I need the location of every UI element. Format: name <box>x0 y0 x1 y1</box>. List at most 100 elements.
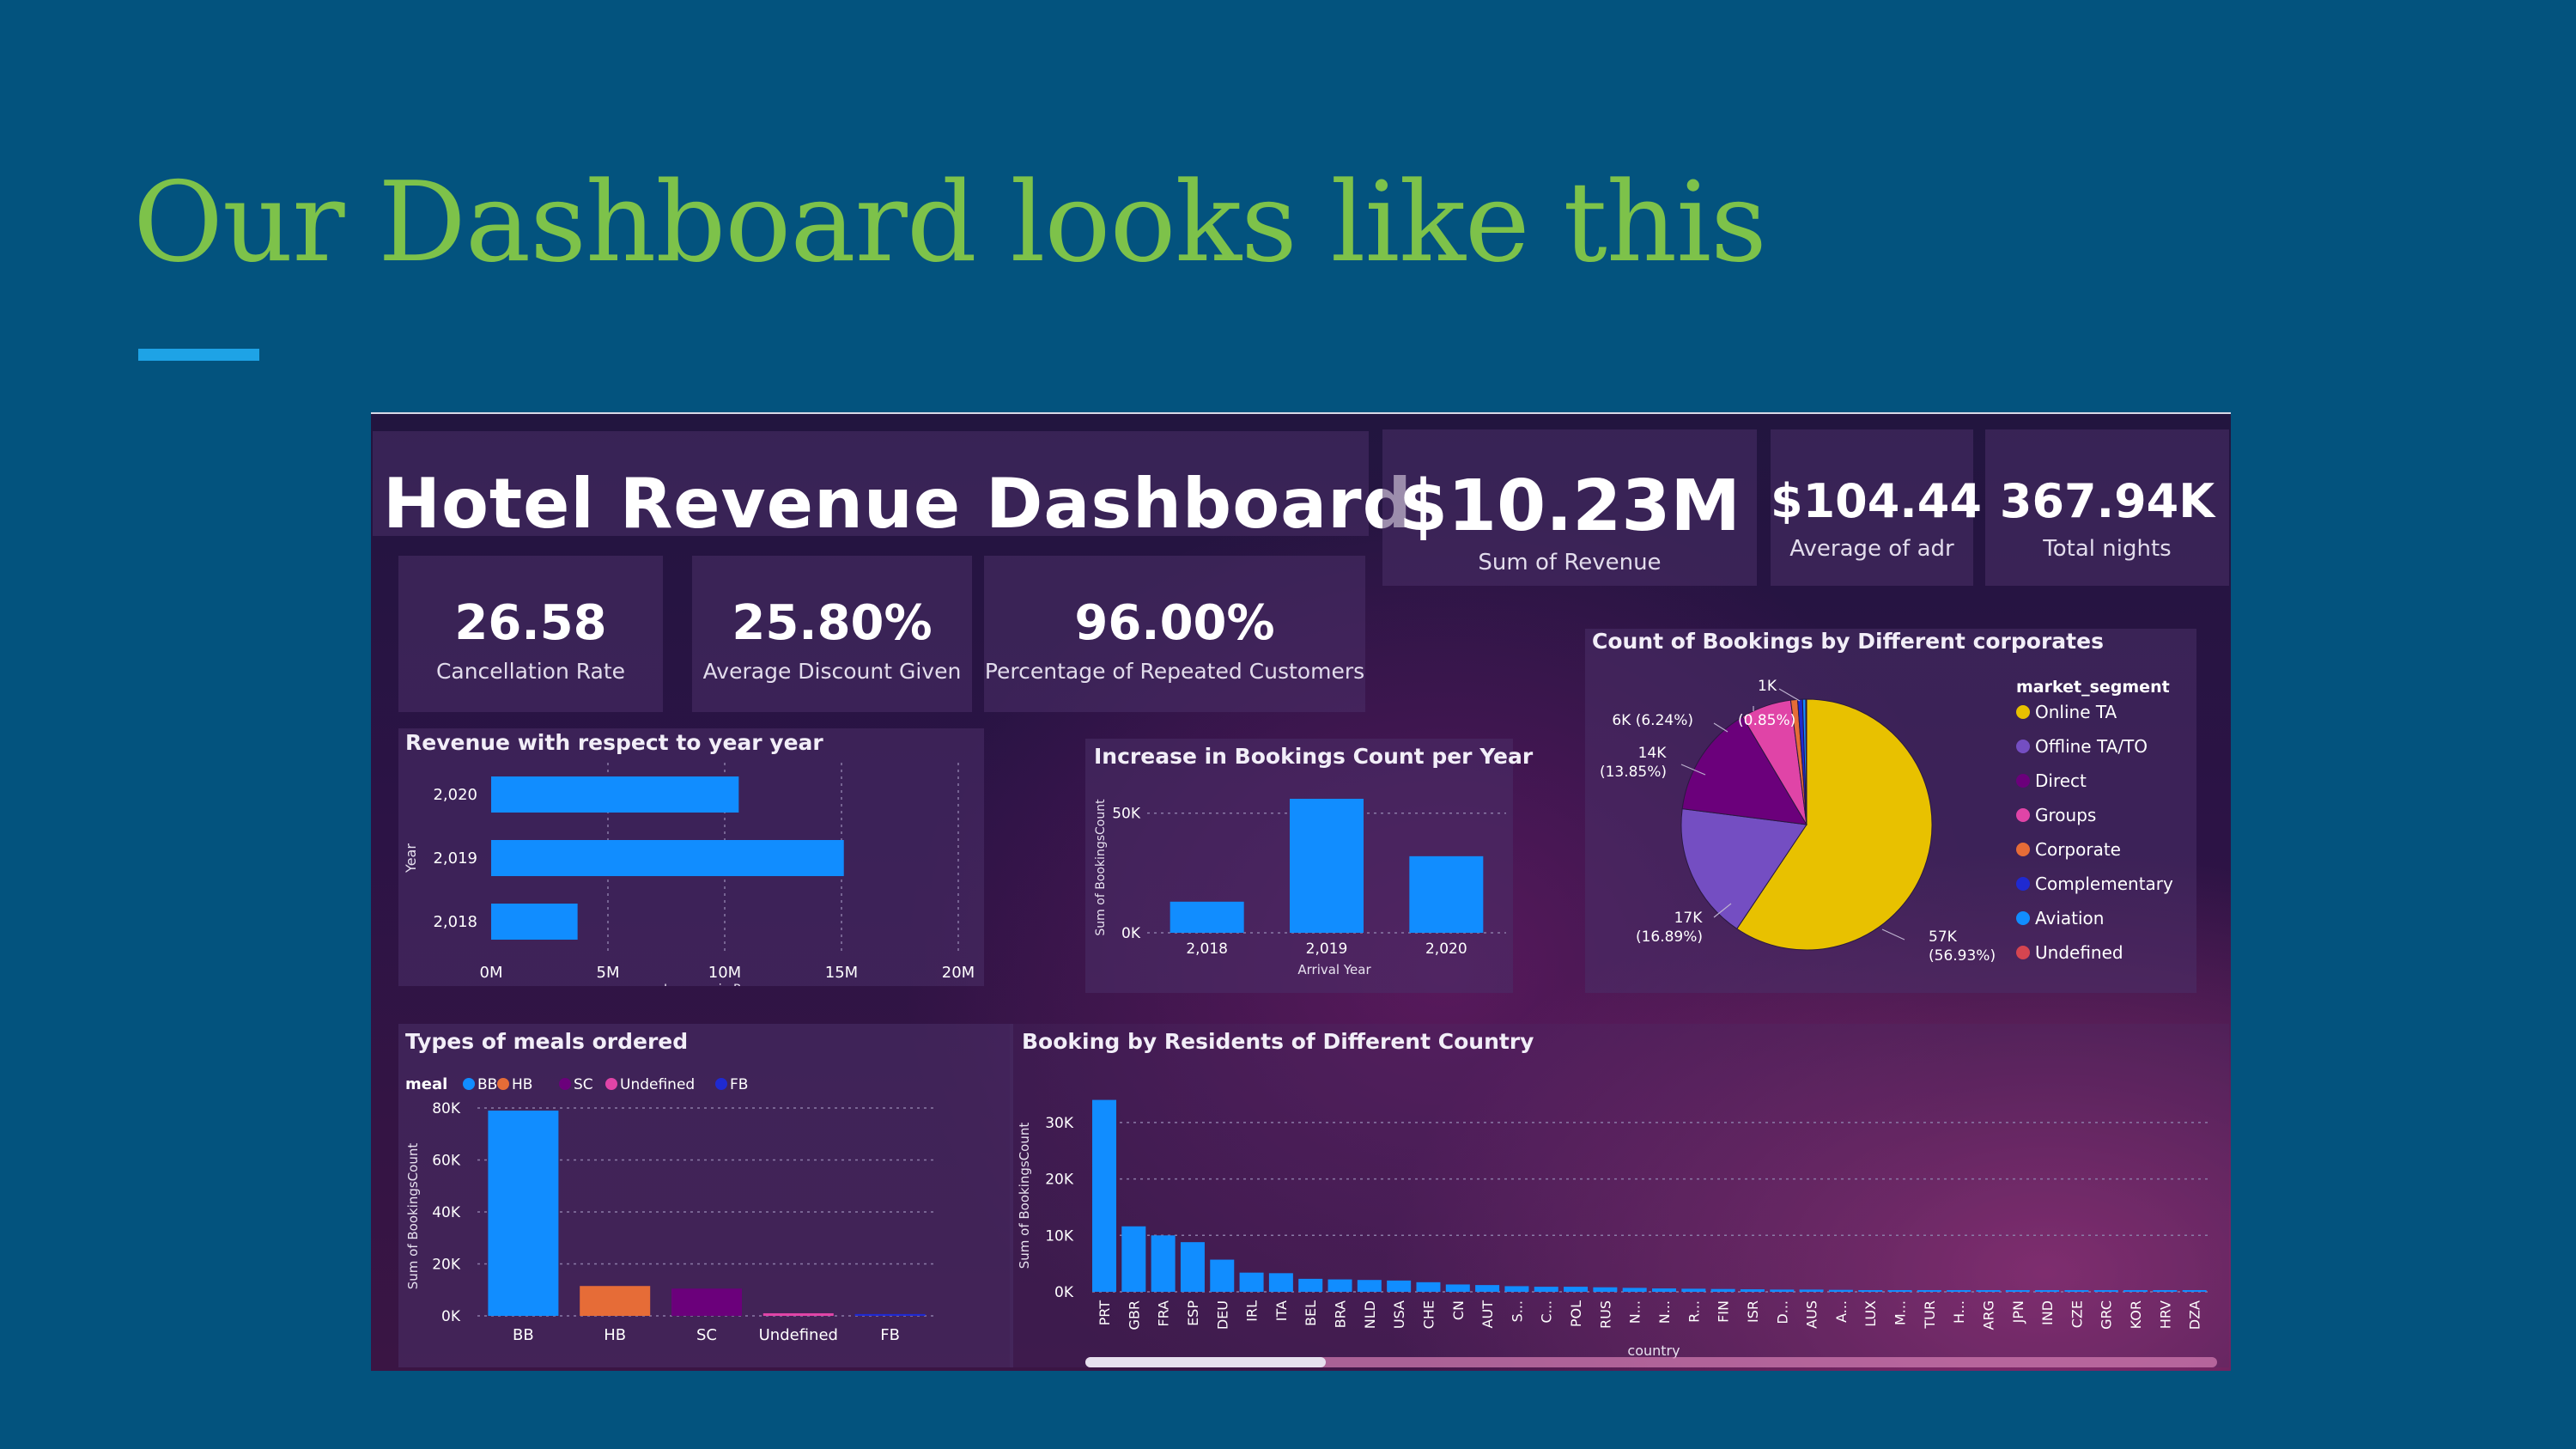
x-tick-label: N... <box>1656 1300 1673 1324</box>
x-axis-label: Increase in Revenue <box>664 983 786 986</box>
bar <box>2064 1290 2089 1292</box>
x-tick-label: D... <box>1774 1300 1790 1324</box>
bar <box>1858 1290 1883 1292</box>
bar <box>1917 1290 1941 1292</box>
x-tick-label: AUS <box>1804 1300 1820 1329</box>
bar <box>1092 1099 1116 1292</box>
pie-data-label: 1K <box>1758 678 1777 695</box>
kpi-cancellation-card[interactable]: 26.58 Cancellation Rate <box>398 556 663 712</box>
legend-item: Corporate <box>2035 839 2121 860</box>
kpi-discount-value: 25.80% <box>732 595 933 651</box>
bar <box>1170 901 1244 933</box>
y-tick-label: 20K <box>432 1257 461 1274</box>
bar <box>1710 1288 1735 1292</box>
bar <box>1409 855 1484 933</box>
bar <box>1416 1282 1441 1292</box>
bar <box>1290 799 1364 933</box>
bookings-per-year-chart: 0K 50K 2,018 2,019 2,020 Sum of BookingsCount… <box>1094 799 1506 977</box>
scrollbar-thumb[interactable] <box>1085 1357 1326 1367</box>
dashboard-screenshot: Hotel Revenue Dashboard $10.23M Sum of R… <box>371 412 2231 1371</box>
kpi-revenue-card[interactable]: $10.23M Sum of Revenue <box>1382 429 1757 586</box>
kpi-repeated-label: Percentage of Repeated Customers <box>984 659 1365 684</box>
bar <box>491 776 739 813</box>
bar <box>2153 1290 2178 1292</box>
kpi-nights-card[interactable]: 367.94K Total nights <box>1985 429 2229 586</box>
legend-item: FB <box>730 1076 748 1093</box>
x-axis-label: Arrival Year <box>1297 962 1371 977</box>
legend-item: Groups <box>2035 805 2096 825</box>
kpi-nights-label: Total nights <box>2043 536 2172 562</box>
bar <box>1828 1289 1853 1292</box>
y-axis-label: Year <box>403 843 419 874</box>
x-tick-label: FIN <box>1716 1300 1732 1323</box>
x-tick-label: POL <box>1568 1300 1584 1327</box>
kpi-discount-label: Average Discount Given <box>702 659 962 684</box>
x-tick-label: USA <box>1391 1300 1407 1329</box>
x-tick-label: ISR <box>1745 1300 1761 1323</box>
kpi-adr-value: $104.44 <box>1771 474 1982 528</box>
revenue-by-year-panel[interactable]: Revenue with respect to year year 0M 5M 10… <box>398 728 984 986</box>
bar <box>1210 1259 1235 1292</box>
x-tick-label: GRC <box>2099 1300 2115 1330</box>
x-tick-label: DEU <box>1214 1300 1230 1330</box>
y-tick-label: 30K <box>1045 1115 1074 1132</box>
bar <box>1593 1287 1618 1292</box>
bar <box>2182 1290 2207 1292</box>
kpi-repeated-card[interactable]: 96.00% Percentage of Repeated Customers <box>984 556 1365 712</box>
pie-data-label-pct: (56.93%) <box>1929 947 1996 965</box>
kpi-revenue-label: Sum of Revenue <box>1478 550 1662 575</box>
y-tick-label: 2,018 <box>433 913 477 931</box>
bar <box>580 1286 651 1316</box>
x-tick-label: M... <box>1893 1300 1909 1325</box>
legend-swatch <box>2016 740 2030 753</box>
country-chart: 0K 10K 20K 30K PRT GBR FRA ESP DEU IRL ITA BEL BRA NL… <box>1017 1099 2217 1367</box>
y-tick-label: 0K <box>1121 925 1141 942</box>
legend-swatch <box>2016 774 2030 788</box>
country-panel[interactable]: Booking by Residents of Different Countr… <box>1010 1024 2229 1367</box>
x-tick-label: AUT <box>1479 1300 1496 1329</box>
legend-item: Aviation <box>2035 908 2104 928</box>
x-tick-label: 2,019 <box>1306 941 1348 958</box>
y-tick-label: 50K <box>1112 806 1141 823</box>
x-tick-label: TUR <box>1922 1300 1938 1330</box>
bookings-by-segment-panel[interactable]: Count of Bookings by Different corporate… <box>1585 629 2196 993</box>
y-tick-label: 20K <box>1045 1172 1074 1189</box>
bar <box>1504 1286 1529 1292</box>
kpi-nights-value: 367.94K <box>1999 474 2215 528</box>
x-tick-label: BEL <box>1303 1300 1319 1326</box>
x-tick-label: 2,018 <box>1186 941 1228 958</box>
x-tick-label: KOR <box>2128 1300 2144 1329</box>
legend-swatch <box>2016 946 2030 959</box>
bar <box>1298 1278 1323 1292</box>
bar <box>1357 1280 1382 1292</box>
x-tick-label: GBR <box>1126 1300 1142 1330</box>
legend-item: Undefined <box>620 1076 695 1093</box>
x-tick-label: ITA <box>1273 1300 1290 1321</box>
bar <box>1740 1289 1765 1292</box>
x-tick-label: S... <box>1509 1300 1525 1322</box>
x-tick-label: 5M <box>597 964 620 982</box>
bookings-per-year-panel[interactable]: Increase in Bookings Count per Year 0K 50… <box>1085 739 1533 993</box>
bar <box>2123 1290 2148 1292</box>
legend-title: meal <box>405 1075 447 1093</box>
x-tick-label: HRV <box>2157 1300 2173 1329</box>
legend-swatch <box>715 1078 727 1090</box>
legend-swatch <box>605 1078 617 1090</box>
legend-item: HB <box>512 1076 532 1093</box>
bar <box>1799 1289 1824 1292</box>
leader-line <box>1713 722 1728 733</box>
kpi-adr-card[interactable]: $104.44 Average of adr <box>1771 429 1982 586</box>
x-tick-label: 0M <box>480 964 503 982</box>
x-tick-label: IRL <box>1244 1300 1261 1322</box>
meals-panel[interactable]: Types of meals ordered meal BB HB SC Undefin… <box>398 1024 1013 1367</box>
bar <box>1622 1288 1647 1292</box>
y-tick-label: 0K <box>1054 1284 1074 1301</box>
bar <box>1387 1280 1412 1292</box>
revenue-by-year-chart: 0M 5M 10M 15M 20M 2,020 2,019 2,018 Year Increase… <box>403 763 975 986</box>
bar <box>1445 1284 1470 1292</box>
pie-data-label-pct: (0.85%) <box>1738 712 1795 729</box>
x-tick-label: C... <box>1539 1300 1555 1323</box>
kpi-discount-card[interactable]: 25.80% Average Discount Given <box>692 556 972 712</box>
legend-swatch <box>2016 843 2030 856</box>
bar <box>762 1312 834 1316</box>
